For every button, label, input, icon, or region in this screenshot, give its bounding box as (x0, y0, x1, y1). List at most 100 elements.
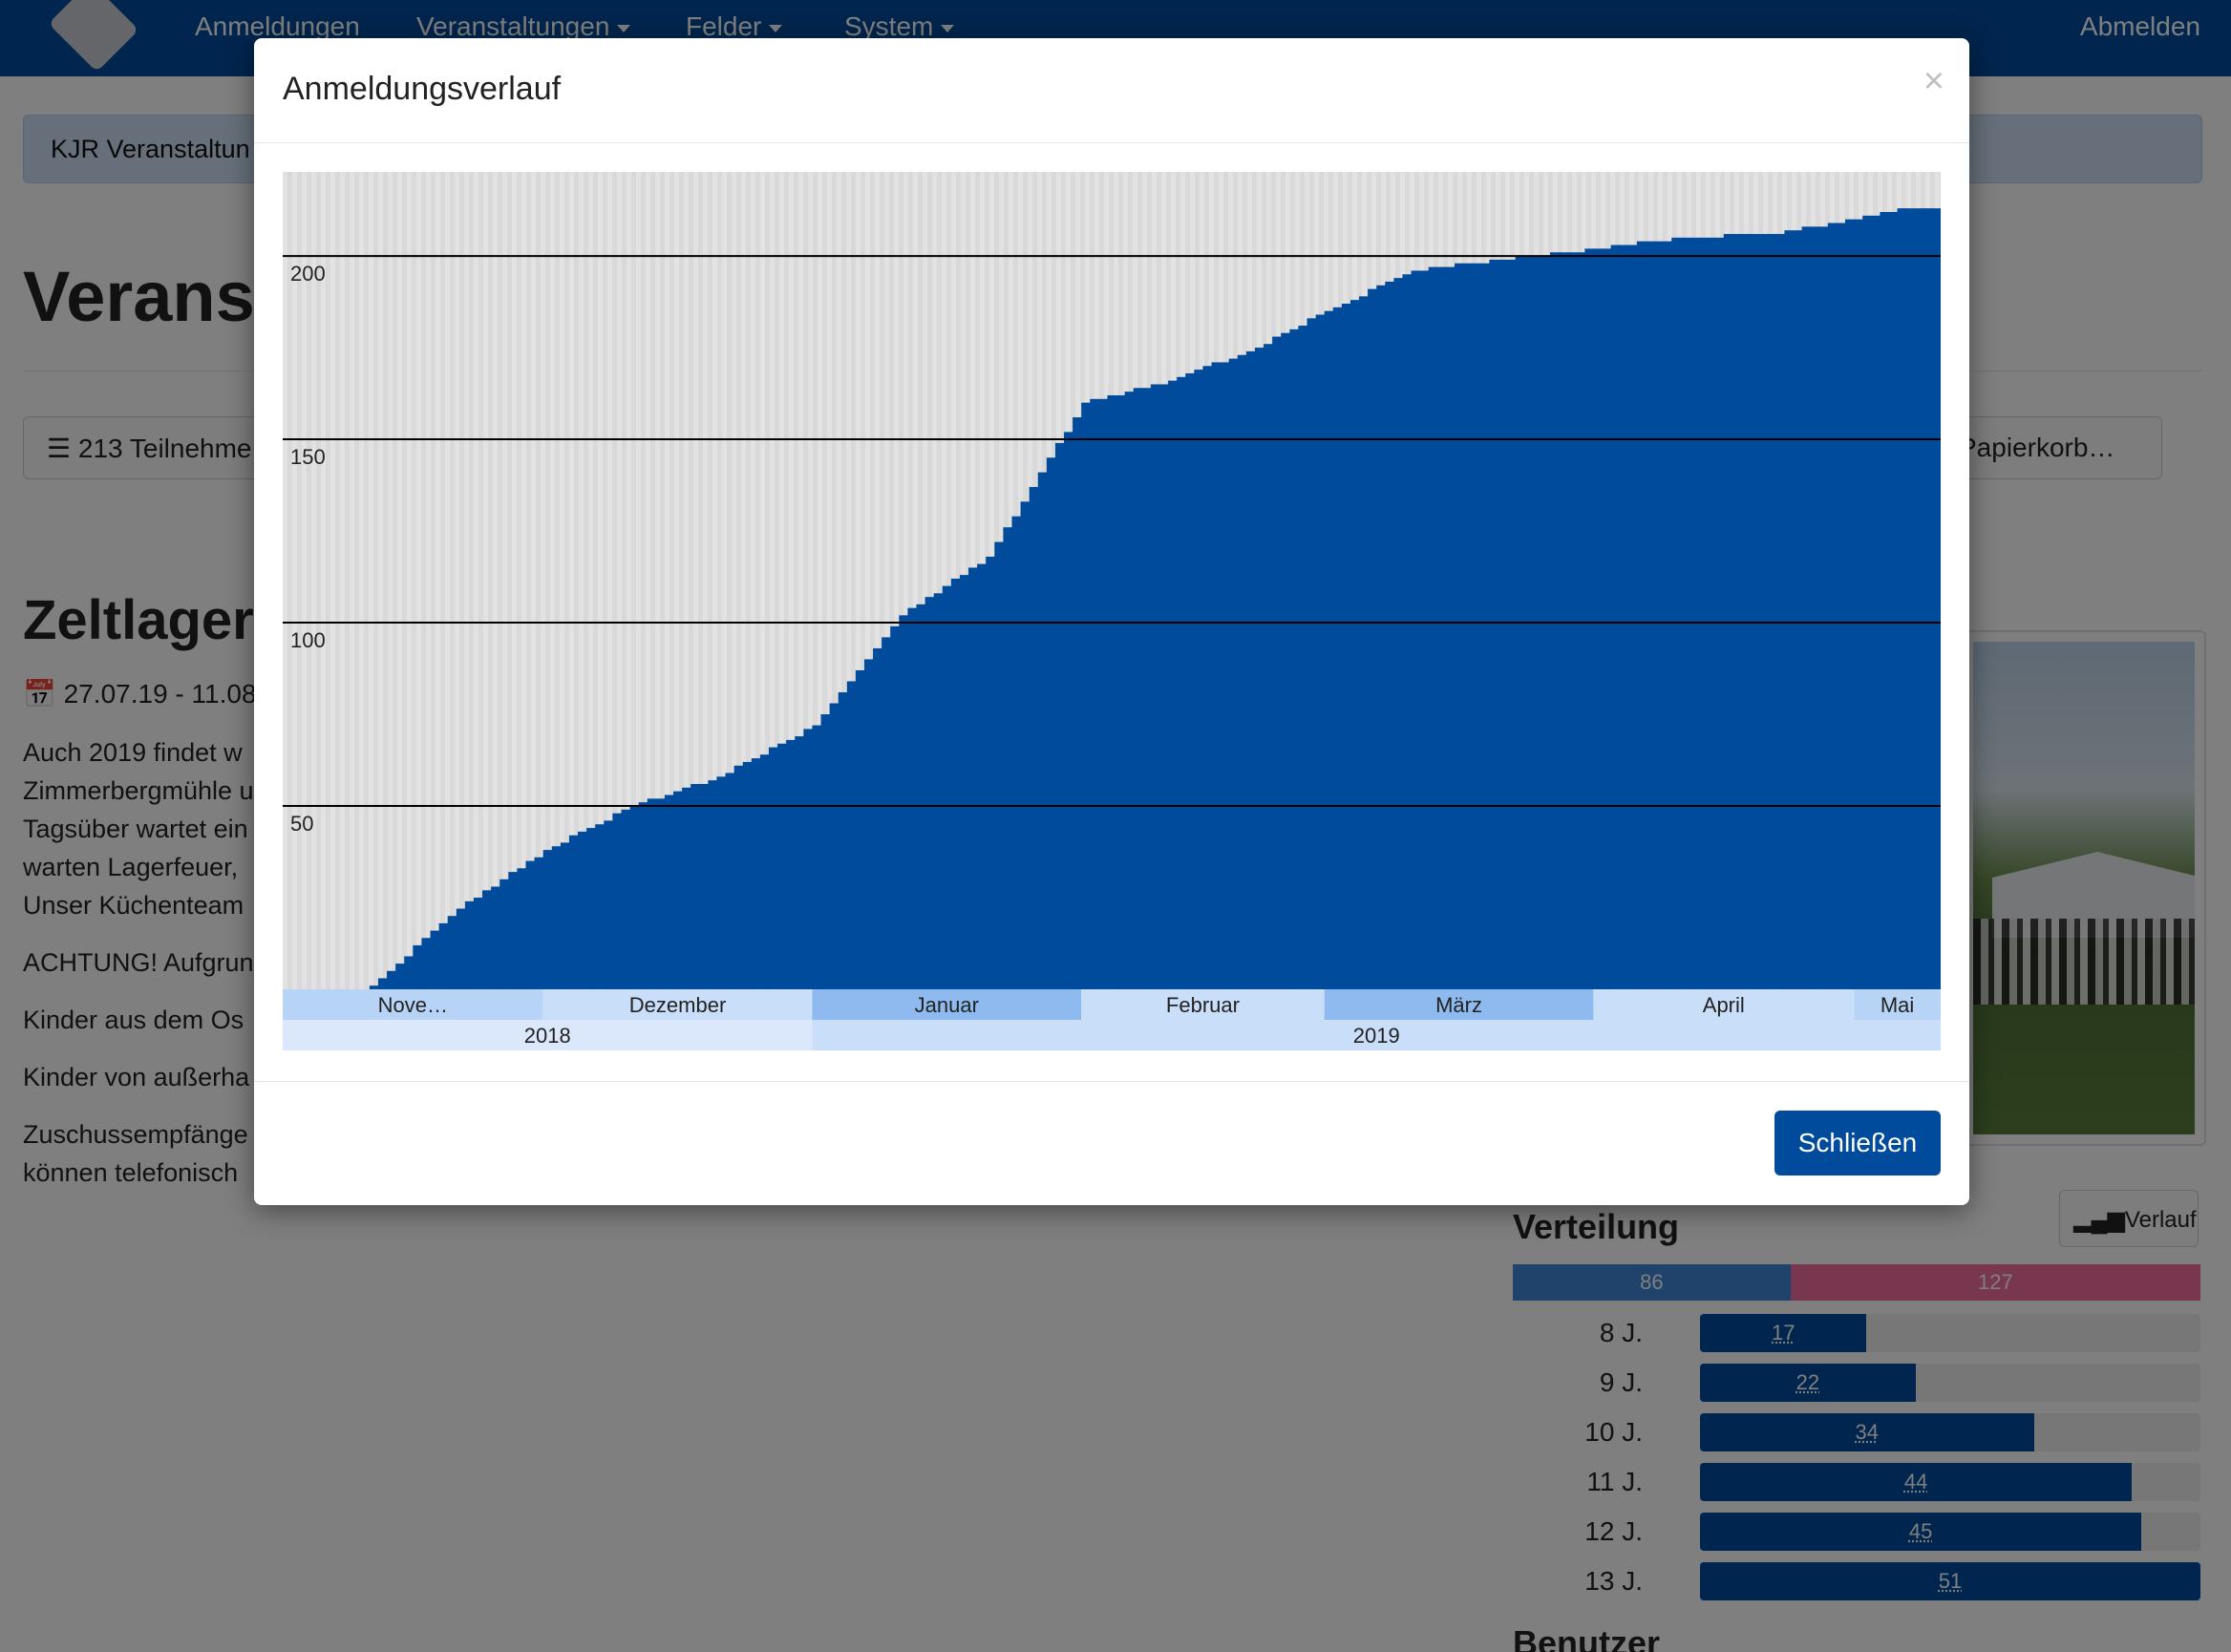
registration-bar (1680, 237, 1690, 990)
registration-bar (1237, 354, 1247, 989)
registration-bar (1307, 318, 1317, 989)
close-icon[interactable]: × (1923, 63, 1944, 99)
month-label: Dezember (629, 993, 726, 1017)
registration-bar (1549, 252, 1560, 989)
registration-bar (759, 754, 770, 989)
close-button[interactable]: Schließen (1774, 1111, 1941, 1175)
y-tick-label: 150 (290, 445, 326, 469)
modal-footer: Schließen (254, 1081, 1969, 1205)
day-stripe (378, 172, 383, 989)
registration-bar (1931, 208, 1942, 989)
registration-bar (1228, 358, 1239, 989)
registration-bar (1341, 303, 1351, 989)
registration-bar (421, 938, 432, 989)
history-modal: Anmeldungsverlauf × 50 100 150 200 Nove… Deze… (254, 38, 1969, 1205)
registration-bar (629, 806, 640, 989)
registration-bar (464, 900, 475, 989)
registration-bar (1880, 212, 1890, 989)
registration-bar (1158, 384, 1169, 989)
registration-bar (933, 593, 944, 989)
registration-bar (812, 725, 822, 989)
registration-bar (387, 970, 396, 989)
registration-bar (1871, 215, 1880, 990)
registration-bar (612, 813, 623, 989)
registration-bar (1133, 388, 1143, 989)
registration-bar (604, 820, 613, 989)
registration-bar (795, 736, 804, 989)
registration-bar (1264, 344, 1273, 989)
registration-bar (655, 798, 666, 989)
month-label: Mai (1880, 993, 1914, 1017)
day-stripe (436, 172, 440, 989)
registration-chart: 50 100 150 200 Nove… Dezember Januar Februar Mär… (283, 172, 1942, 1065)
registration-bar (1636, 241, 1647, 989)
registration-bar (1349, 300, 1360, 989)
registration-bar (664, 794, 674, 989)
registration-bar (438, 922, 449, 989)
registration-bar (1845, 219, 1855, 989)
registration-bar (924, 597, 935, 989)
registration-bar (1003, 527, 1013, 989)
month-label: April (1703, 993, 1745, 1017)
registration-bar (1888, 212, 1899, 989)
day-stripe (340, 172, 345, 989)
day-stripe (350, 172, 354, 989)
registration-bar (1177, 376, 1186, 989)
registration-bar (1359, 296, 1369, 989)
day-stripe (407, 172, 412, 989)
registration-bar (1185, 372, 1195, 990)
registration-bar (1020, 501, 1031, 989)
registration-bar (1758, 234, 1768, 990)
registration-bar (1046, 457, 1056, 989)
registration-bar (1011, 516, 1022, 989)
registration-bar (691, 783, 700, 989)
registration-bar (1775, 234, 1785, 990)
registration-bar (1567, 252, 1577, 989)
month-label: Januar (915, 993, 979, 1017)
registration-bar (1107, 394, 1117, 989)
registration-bar (1905, 208, 1916, 989)
registration-bar (968, 567, 978, 989)
registration-bar (1455, 263, 1464, 989)
registration-bar (708, 780, 718, 989)
registration-bar (742, 761, 753, 989)
registration-bar (786, 739, 796, 989)
registration-bar (586, 828, 596, 989)
registration-bar (447, 916, 457, 989)
registration-bar (1654, 241, 1664, 989)
registration-bar (1332, 307, 1343, 989)
registration-bar (560, 842, 570, 989)
registration-bar (1854, 219, 1863, 989)
registration-bar (1827, 222, 1838, 989)
registration-bar (1081, 402, 1091, 989)
registration-bar (733, 765, 744, 989)
registration-chart-svg: 50 100 150 200 Nove… Dezember Januar Februar Mär… (283, 172, 1942, 1050)
registration-bar (986, 556, 995, 989)
registration-bar (1254, 348, 1264, 989)
registration-bar (430, 930, 440, 989)
registration-bar (595, 824, 605, 989)
registration-bar (1923, 208, 1933, 989)
registration-bar (1602, 248, 1612, 989)
registration-bar (1801, 226, 1812, 989)
registration-bar (1116, 394, 1126, 989)
registration-bar (1168, 380, 1178, 989)
registration-bar (1298, 326, 1308, 989)
registration-bar (950, 578, 961, 989)
registration-bar (395, 964, 405, 989)
registration-bar (647, 798, 657, 989)
registration-bar (1376, 285, 1386, 989)
registration-bar (638, 802, 648, 989)
registration-bar (994, 541, 1004, 989)
registration-bar (377, 978, 388, 989)
registration-bar (899, 615, 909, 989)
registration-bar (1245, 350, 1256, 989)
registration-bar (1897, 208, 1907, 989)
registration-bar (568, 835, 579, 989)
registration-bar (916, 604, 926, 989)
registration-bar (1194, 370, 1204, 989)
registration-bar (551, 846, 562, 989)
registration-bar (751, 758, 761, 989)
registration-bar (1073, 417, 1082, 989)
y-tick-label: 100 (290, 628, 326, 652)
